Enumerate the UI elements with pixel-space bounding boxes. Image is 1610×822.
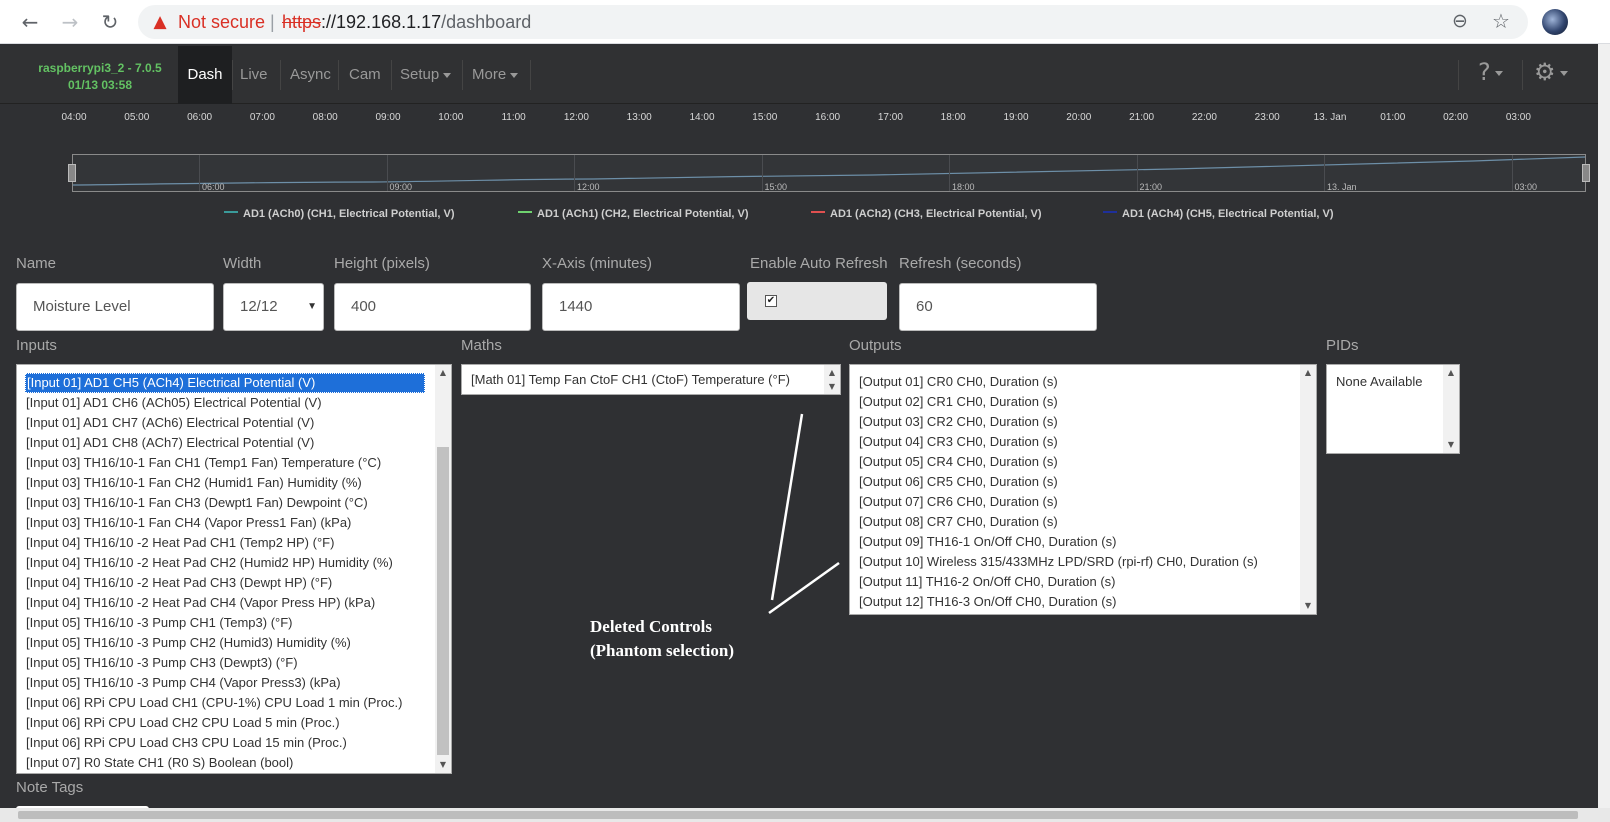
- annotation-line: [770, 413, 804, 601]
- page-horizontal-scrollbar[interactable]: [0, 808, 1610, 822]
- annotation-arrows: [768, 413, 840, 615]
- note-tags-label: Note Tags: [16, 779, 84, 796]
- page-vertical-scrollbar[interactable]: [1598, 44, 1610, 808]
- annotation-line2: (Phantom selection): [590, 641, 735, 660]
- annotation-line1: Deleted Controls: [590, 617, 712, 636]
- annotation-line: [768, 561, 840, 615]
- scroll-thumb[interactable]: [18, 811, 1578, 819]
- annotation-text: Deleted Controls (Phantom selection): [590, 615, 734, 663]
